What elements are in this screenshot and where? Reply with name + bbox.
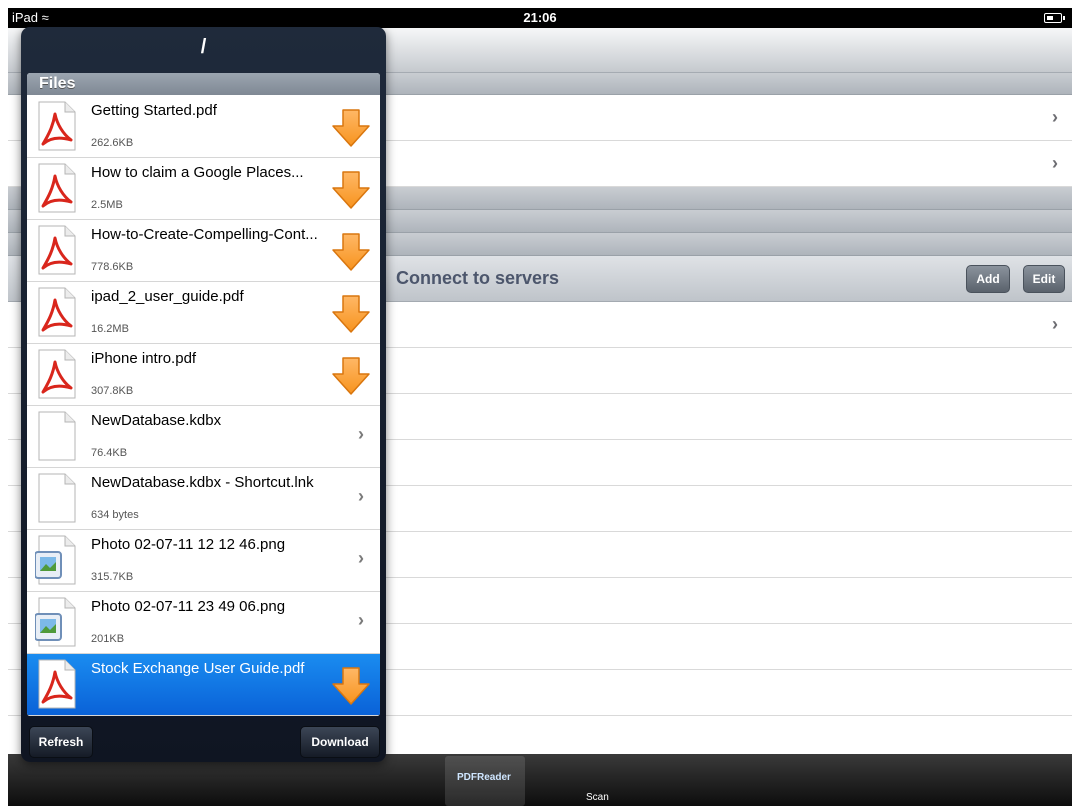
file-name: Photo 02-07-11 12 12 46.png: [91, 536, 286, 553]
file-name: Stock Exchange User Guide.pdf: [91, 660, 305, 677]
tab-pdfreader-label: PDFReader: [457, 772, 511, 783]
download-arrow-icon[interactable]: [331, 108, 371, 148]
pdf-file-icon: [35, 658, 77, 710]
file-size: 307.8KB: [91, 385, 134, 397]
popover-title: /: [200, 36, 207, 58]
status-bar: iPad ≈ 21:06: [8, 8, 1072, 28]
tab-scan-label[interactable]: Scan: [586, 792, 609, 803]
file-size: 778.6KB: [91, 261, 134, 273]
file-size: 262.6KB: [91, 137, 134, 149]
file-size: 2.5MB: [91, 199, 123, 211]
download-arrow-icon[interactable]: [331, 294, 371, 334]
refresh-button[interactable]: Refresh: [29, 726, 93, 758]
file-row[interactable]: Photo 02-07-11 23 49 06.png 201KB ›: [27, 592, 380, 654]
image-file-icon: [34, 596, 77, 648]
file-row[interactable]: iPhone intro.pdf 307.8KB: [27, 344, 380, 406]
document-icon: [35, 410, 77, 462]
file-name: iPhone intro.pdf: [91, 350, 197, 367]
download-arrow-icon[interactable]: [331, 232, 371, 272]
chevron-right-icon: ›: [1052, 153, 1058, 173]
file-size: 634 bytes: [91, 509, 139, 521]
file-name: How to claim a Google Places...: [91, 164, 304, 181]
popover-toolbar: Refresh Download: [21, 718, 386, 762]
file-row[interactable]: NewDatabase.kdbx 76.4KB ›: [27, 406, 380, 468]
chevron-right-icon: ›: [1052, 314, 1058, 334]
chevron-right-icon: ›: [358, 548, 364, 568]
add-button[interactable]: Add: [966, 265, 1010, 293]
file-size: 315.7KB: [91, 571, 134, 583]
edit-button[interactable]: Edit: [1023, 265, 1065, 293]
chevron-right-icon: ›: [358, 610, 364, 630]
clock: 21:06: [523, 10, 557, 25]
file-row[interactable]: Stock Exchange User Guide.pdf: [27, 654, 380, 716]
file-name: NewDatabase.kdbx: [91, 412, 222, 429]
download-arrow-icon[interactable]: [331, 666, 371, 706]
document-icon: [35, 472, 77, 524]
pdf-file-icon: [35, 224, 77, 276]
tab-pdfreader[interactable]: PDFReader: [445, 756, 525, 806]
file-name: How-to-Create-Compelling-Cont...: [91, 226, 318, 243]
ipad-screen: iPad ≈ 21:06 › › Connect to servers Add …: [8, 8, 1072, 806]
file-row[interactable]: NewDatabase.kdbx - Shortcut.lnk 634 bytes…: [27, 468, 380, 530]
file-row[interactable]: ipad_2_user_guide.pdf 16.2MB: [27, 282, 380, 344]
download-arrow-icon[interactable]: [331, 170, 371, 210]
pdf-file-icon: [35, 100, 77, 152]
file-row[interactable]: Getting Started.pdf 262.6KB: [27, 96, 380, 158]
download-arrow-icon[interactable]: [331, 356, 371, 396]
battery-tip: [1063, 16, 1065, 20]
file-size: 76.4KB: [91, 447, 128, 459]
pdf-file-icon: [35, 348, 77, 400]
files-section-header: Files: [27, 73, 380, 95]
chevron-right-icon: ›: [358, 486, 364, 506]
chevron-right-icon: ›: [358, 424, 364, 444]
image-file-icon: [34, 534, 77, 586]
file-row[interactable]: Photo 02-07-11 12 12 46.png 315.7KB ›: [27, 530, 380, 592]
pdf-file-icon: [35, 286, 77, 338]
file-row[interactable]: How to claim a Google Places... 2.5MB: [27, 158, 380, 220]
section-title: Connect to servers: [396, 268, 560, 288]
chevron-right-icon: ›: [1052, 107, 1058, 127]
file-size: 201KB: [91, 633, 125, 645]
file-name: ipad_2_user_guide.pdf: [91, 288, 244, 305]
files-popover: / Files Getting Started.pdf 262.6KB How to…: [21, 27, 386, 762]
download-button[interactable]: Download: [300, 726, 380, 758]
file-name: Getting Started.pdf: [91, 102, 217, 119]
file-name: Photo 02-07-11 23 49 06.png: [91, 598, 286, 615]
file-size: 16.2MB: [91, 323, 129, 335]
battery-icon: [1044, 13, 1062, 23]
file-row[interactable]: How-to-Create-Compelling-Cont... 778.6KB: [27, 220, 380, 282]
file-name: NewDatabase.kdbx - Shortcut.lnk: [91, 474, 314, 491]
file-list: Files Getting Started.pdf 262.6KB How to c…: [27, 73, 380, 716]
pdf-file-icon: [35, 162, 77, 214]
